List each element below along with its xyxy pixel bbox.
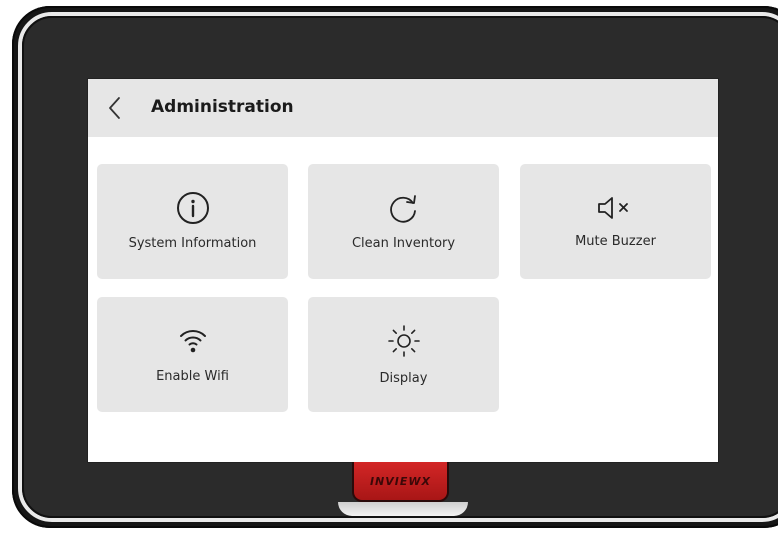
system-information-tile[interactable]: System Information (97, 164, 288, 279)
back-button[interactable] (102, 95, 128, 121)
refresh-icon (389, 195, 416, 223)
header-bar: Administration (88, 79, 718, 137)
mute-buzzer-tile[interactable]: Mute Buzzer (520, 164, 711, 279)
tile-label: Enable Wifi (156, 369, 229, 384)
device-stand (338, 502, 468, 516)
tile-label: System Information (128, 236, 257, 251)
enable-wifi-tile[interactable]: Enable Wifi (97, 297, 288, 412)
wifi-icon (179, 330, 206, 353)
brightness-icon (387, 325, 420, 357)
brand-logo: INVIEWX (369, 474, 432, 488)
speaker-mute-icon (597, 197, 628, 219)
tile-label: Clean Inventory (351, 236, 456, 251)
tile-label: Mute Buzzer (575, 234, 656, 249)
tile-label: Display (379, 371, 428, 386)
touch-screen: Administration System Information Clean … (87, 78, 719, 463)
display-tile[interactable]: Display (308, 297, 499, 412)
clean-inventory-tile[interactable]: Clean Inventory (308, 164, 499, 279)
chevron-left-icon (109, 97, 120, 119)
brand-logo-tab: INVIEWX (352, 462, 449, 502)
page-title: Administration (151, 97, 294, 117)
info-icon (176, 192, 209, 224)
